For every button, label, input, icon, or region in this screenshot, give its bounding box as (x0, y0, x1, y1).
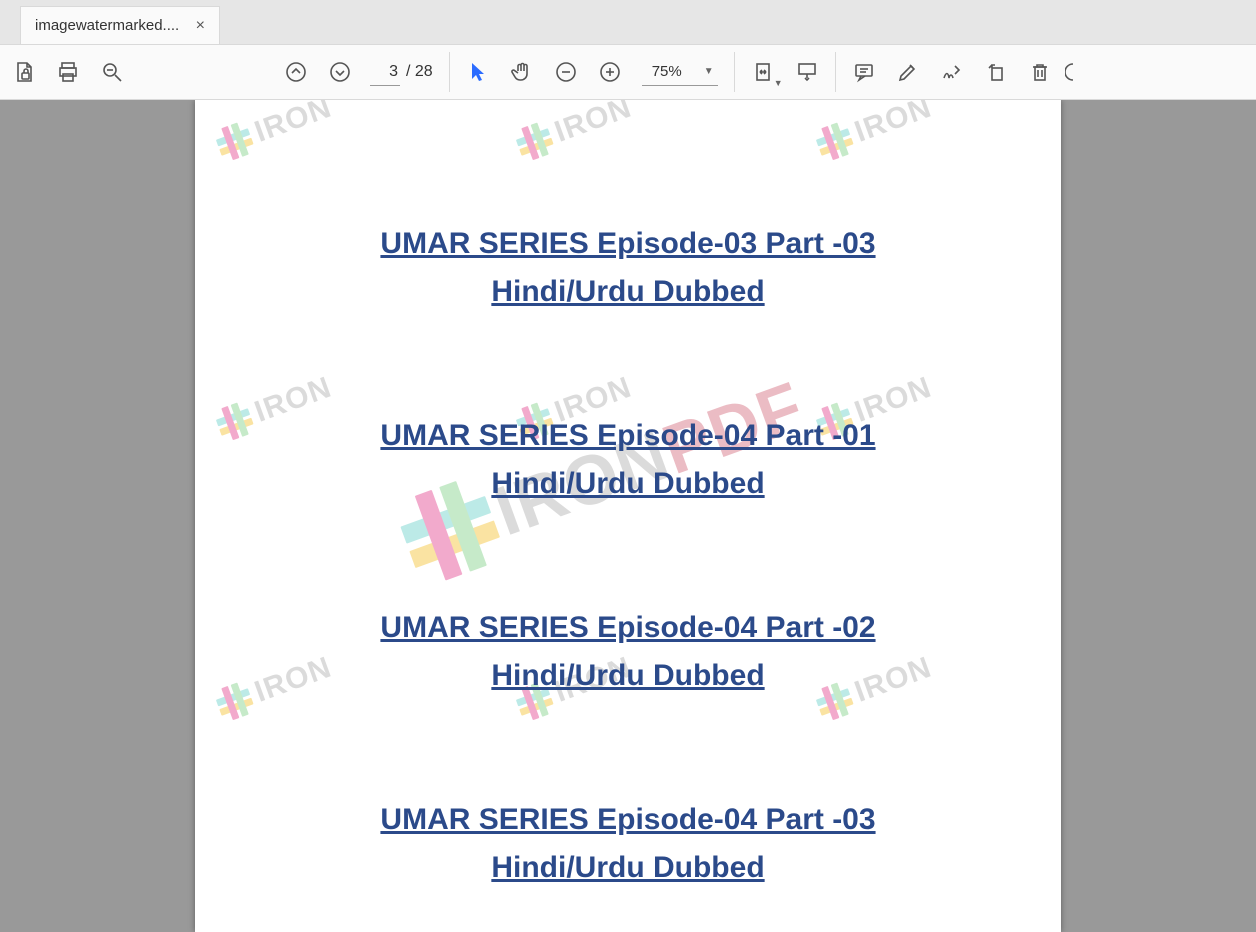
highlight-icon[interactable] (886, 50, 930, 94)
page-down-icon[interactable] (318, 50, 362, 94)
tab-bar: imagewatermarked.... × (0, 0, 1256, 44)
select-cursor-icon[interactable] (456, 50, 500, 94)
tab-title: imagewatermarked.... (35, 17, 192, 34)
chevron-down-icon: ▼ (774, 78, 783, 88)
close-icon[interactable]: × (192, 17, 209, 35)
comment-icon[interactable] (842, 50, 886, 94)
zoom-select[interactable]: 75% ▼ (642, 58, 718, 86)
rotate-icon[interactable] (974, 50, 1018, 94)
save-lock-icon[interactable] (2, 50, 46, 94)
more-icon[interactable] (1062, 50, 1092, 94)
toolbar: / 28 75% ▼ ▼ (0, 44, 1256, 100)
page-total-label: / 28 (406, 63, 433, 81)
page-content: UMAR SERIES Episode-03 Part -03 Hindi/Ur… (195, 100, 1061, 932)
hand-pan-icon[interactable] (500, 50, 544, 94)
page-up-icon[interactable] (274, 50, 318, 94)
zoom-out-magnifier-icon[interactable] (90, 50, 134, 94)
sign-icon[interactable] (930, 50, 974, 94)
zoom-in-icon[interactable] (588, 50, 632, 94)
zoom-out-icon[interactable] (544, 50, 588, 94)
separator (449, 52, 450, 92)
document-tab[interactable]: imagewatermarked.... × (20, 6, 220, 44)
episode-link[interactable]: UMAR SERIES Episode-04 Part -01 Hindi/Ur… (328, 412, 928, 508)
document-viewer[interactable]: IRON IRON IRON IRON IRON IRON IRON IRON … (0, 100, 1256, 932)
separator (734, 52, 735, 92)
print-icon[interactable] (46, 50, 90, 94)
zoom-value: 75% (652, 63, 682, 80)
read-mode-icon[interactable] (785, 50, 829, 94)
chevron-down-icon: ▼ (704, 66, 714, 77)
episode-link[interactable]: UMAR SERIES Episode-04 Part -02 Hindi/Ur… (328, 604, 928, 700)
episode-link[interactable]: UMAR SERIES Episode-03 Part -03 Hindi/Ur… (328, 220, 928, 316)
delete-icon[interactable] (1018, 50, 1062, 94)
fit-page-icon[interactable]: ▼ (741, 50, 785, 94)
pdf-page: IRON IRON IRON IRON IRON IRON IRON IRON … (195, 100, 1061, 932)
page-number-input[interactable] (370, 58, 400, 86)
episode-link[interactable]: UMAR SERIES Episode-04 Part -03 Hindi/Ur… (328, 796, 928, 892)
separator (835, 52, 836, 92)
